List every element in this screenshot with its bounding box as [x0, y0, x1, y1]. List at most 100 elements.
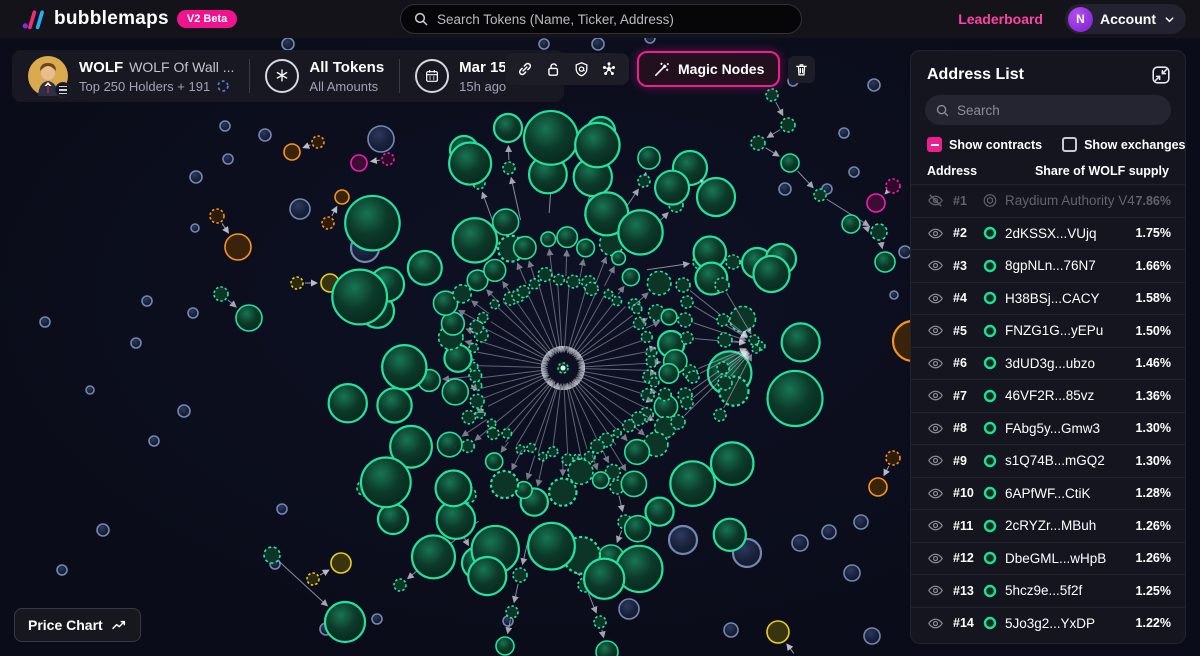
bubble[interactable] — [484, 260, 506, 282]
bubble[interactable] — [442, 379, 468, 405]
bubble[interactable] — [585, 282, 598, 295]
bubble[interactable] — [661, 309, 677, 325]
bubble[interactable] — [408, 251, 442, 285]
bubble[interactable] — [329, 384, 367, 422]
bubble[interactable] — [619, 599, 639, 619]
address-row[interactable]: #8FAbg5y...Gmw31.30% — [911, 412, 1185, 445]
bubble[interactable] — [714, 519, 746, 551]
bubble[interactable] — [655, 171, 689, 205]
address-row[interactable]: #1Raydium Authority V47.86% — [911, 184, 1185, 217]
bubble[interactable] — [659, 388, 671, 400]
bubble[interactable] — [377, 388, 411, 422]
bubble[interactable] — [596, 641, 618, 656]
lock-button[interactable] — [539, 55, 567, 83]
collapse-panel-button[interactable] — [1149, 63, 1173, 87]
bubble[interactable] — [322, 217, 334, 229]
eye-icon[interactable] — [927, 355, 944, 372]
bubble[interactable] — [718, 333, 732, 347]
bubble[interactable] — [478, 313, 488, 323]
bubble[interactable] — [351, 155, 367, 171]
address-row[interactable]: #12DbeGML...wHpB1.26% — [911, 542, 1185, 575]
bubble[interactable] — [612, 296, 621, 305]
bubble[interactable] — [382, 345, 426, 389]
bubble[interactable] — [641, 389, 654, 402]
bubble[interactable] — [361, 457, 411, 507]
bubble[interactable] — [782, 323, 820, 361]
bubble[interactable] — [264, 547, 280, 563]
bubble[interactable] — [503, 162, 515, 174]
address-label[interactable]: FAbg5y...Gmw3 — [1005, 421, 1100, 436]
bubble[interactable] — [548, 447, 558, 457]
bubble[interactable] — [149, 436, 159, 446]
bubble[interactable] — [711, 442, 753, 484]
bubble[interactable] — [284, 144, 300, 160]
address-row[interactable]: #746VF2R...85vz1.36% — [911, 379, 1185, 412]
address-row[interactable]: #63dUD3g...ubzo1.46% — [911, 347, 1185, 380]
bubble[interactable] — [638, 175, 650, 187]
eye-icon[interactable] — [927, 582, 944, 599]
show-exchanges-checkbox[interactable]: Show exchanges — [1062, 137, 1185, 152]
bubble[interactable] — [382, 153, 394, 165]
bubble[interactable] — [487, 428, 499, 440]
bubble[interactable] — [717, 314, 729, 326]
address-row[interactable]: #112cRYZr...MBuh1.26% — [911, 509, 1185, 542]
bubble[interactable] — [717, 362, 729, 374]
bubble[interactable] — [493, 209, 519, 235]
bubble[interactable] — [178, 405, 190, 417]
bubble[interactable] — [345, 196, 399, 250]
bubble[interactable] — [541, 232, 556, 247]
bubble[interactable] — [575, 123, 619, 167]
eye-icon[interactable] — [927, 387, 944, 404]
address-row[interactable]: #5FNZG1G...yEPu1.50% — [911, 314, 1185, 347]
bubble[interactable] — [669, 526, 697, 554]
bubble[interactable] — [527, 443, 536, 452]
bubble[interactable] — [752, 345, 760, 353]
bubble[interactable] — [718, 376, 732, 390]
address-row[interactable]: #9s1Q74B...mGQ21.30% — [911, 444, 1185, 477]
eye-icon[interactable] — [927, 615, 944, 632]
bubble[interactable] — [584, 559, 624, 599]
bubble[interactable] — [871, 224, 887, 240]
bubble[interactable] — [869, 478, 887, 496]
bubble[interactable] — [842, 215, 860, 233]
eye-icon[interactable] — [927, 322, 944, 339]
bubble[interactable] — [307, 573, 319, 585]
bubble[interactable] — [332, 270, 387, 325]
bubble[interactable] — [335, 190, 349, 204]
bubble[interactable] — [331, 553, 351, 573]
bubble[interactable] — [436, 470, 472, 506]
bubble[interactable] — [670, 461, 715, 506]
eye-icon[interactable] — [927, 550, 944, 567]
bubble[interactable] — [567, 275, 580, 288]
bubble[interactable] — [494, 114, 522, 142]
bubble[interactable] — [40, 317, 50, 327]
bubble[interactable] — [594, 616, 606, 628]
eye-icon[interactable] — [927, 225, 944, 242]
bubble[interactable] — [513, 568, 527, 582]
bubble[interactable] — [593, 472, 609, 488]
bubble[interactable] — [613, 429, 621, 437]
bubble[interactable] — [453, 218, 497, 262]
bubble[interactable] — [462, 411, 475, 424]
bubble[interactable] — [188, 308, 198, 318]
bubble[interactable] — [625, 516, 651, 542]
bubble[interactable] — [557, 227, 577, 247]
bubble[interactable] — [528, 523, 575, 570]
address-label[interactable]: s1Q74B...mGQ2 — [1005, 453, 1105, 468]
bubble[interactable] — [476, 409, 485, 418]
bubble[interactable] — [844, 565, 860, 581]
bubble[interactable] — [277, 504, 287, 514]
bubble[interactable] — [290, 199, 310, 219]
bubble[interactable] — [875, 252, 895, 272]
bubble[interactable] — [625, 440, 650, 465]
bubble[interactable] — [822, 525, 836, 539]
bubble[interactable] — [724, 623, 738, 637]
bubble[interactable] — [514, 237, 536, 259]
bubble[interactable] — [726, 255, 740, 269]
eye-icon[interactable] — [927, 485, 944, 502]
bubble[interactable] — [210, 209, 224, 223]
bubble[interactable] — [131, 338, 141, 348]
bubble[interactable] — [671, 415, 685, 429]
bubble[interactable] — [486, 453, 503, 470]
bubble[interactable] — [449, 143, 491, 185]
